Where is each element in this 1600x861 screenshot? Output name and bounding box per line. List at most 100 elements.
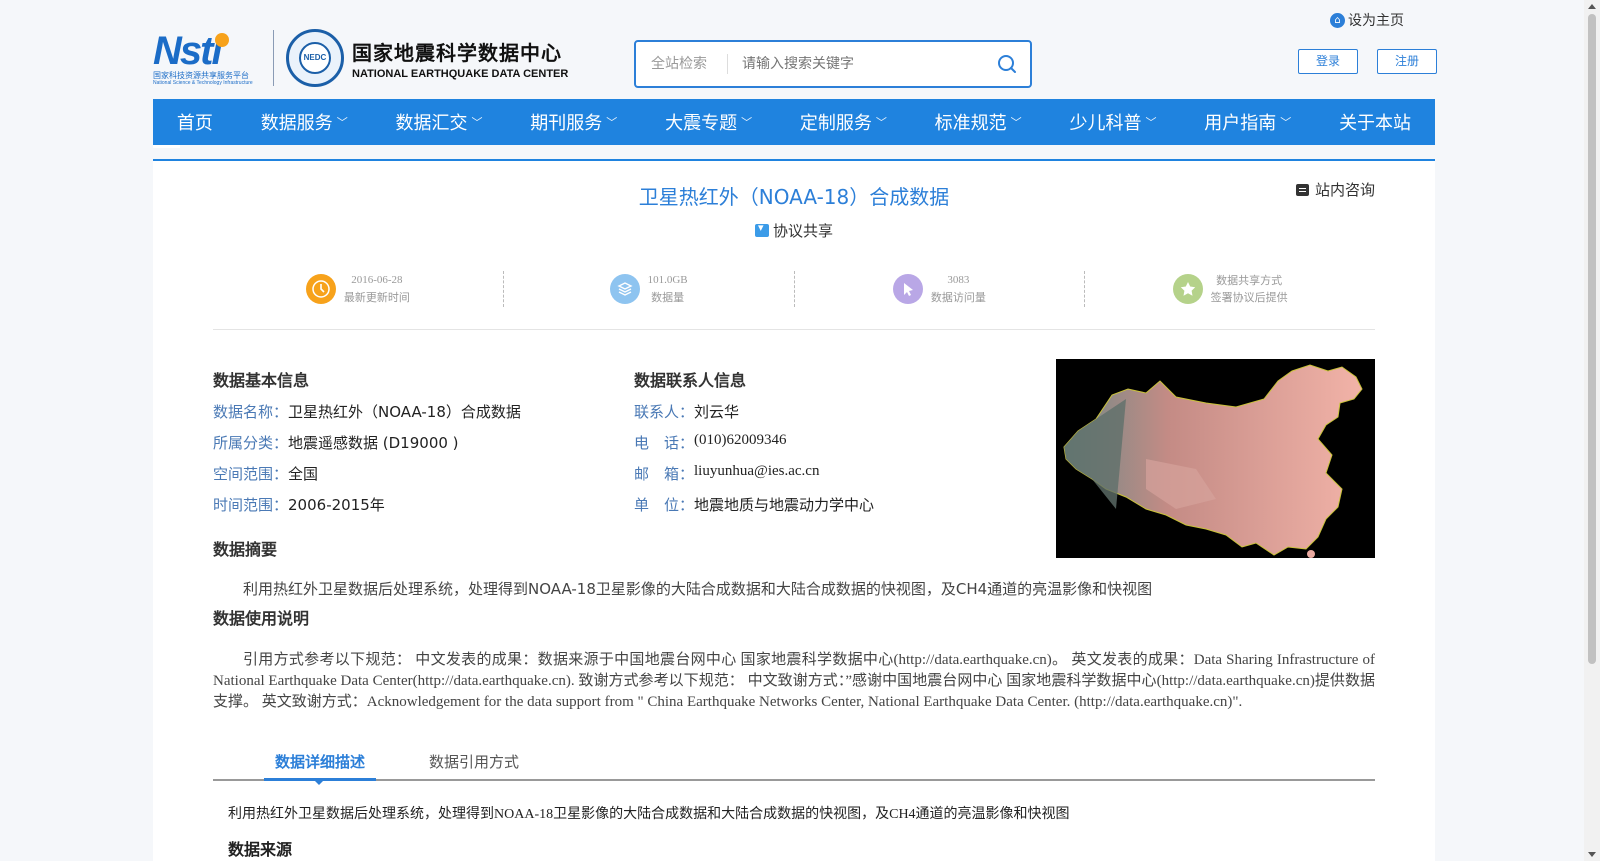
register-button[interactable]: 注册 (1377, 49, 1437, 74)
nav-item-label: 少儿科普 (1069, 113, 1142, 134)
message-icon (1295, 183, 1309, 196)
site-logo[interactable]: Nsti 国家科技资源共享服务平台 National Science & Tec… (153, 29, 568, 87)
main-nav: 首页 数据服务 ﹀ 数据汇交 ﹀ 期刊服务 ﹀ 大震专题 ﹀ 定制服务 ﹀ 标准规范 ﹀ 少… (153, 99, 1435, 145)
nav-item-data-submission[interactable]: 数据汇交 ﹀ (395, 109, 482, 135)
center-name-cn: 国家地震科学数据中心 (352, 40, 562, 65)
set-homepage-label: 设为主页 (1348, 13, 1404, 29)
nav-item-major-quakes[interactable]: 大震专题 ﹀ (665, 109, 752, 135)
home-icon: ⌂ (1330, 12, 1345, 28)
nav-item-journal[interactable]: 期刊服务 ﹀ (530, 109, 617, 135)
nav-item-label: 关于本站 (1339, 113, 1412, 134)
info-value: 2006-2015年 (288, 496, 385, 514)
nav-active-indicator (153, 145, 180, 148)
search-icon (998, 55, 1016, 73)
layers-icon (609, 274, 640, 304)
scroll-up-icon[interactable] (1588, 4, 1596, 9)
contact-label: 电 话： (634, 434, 695, 452)
contact-label: 联系人： (634, 403, 695, 421)
tab-citation[interactable]: 数据引用方式 (429, 746, 519, 781)
download-icon (754, 221, 769, 237)
chevron-down-icon: ﹀ (606, 116, 618, 129)
contact-info-heading: 数据联系人信息 (634, 371, 747, 390)
nsti-logo: Nsti 国家科技资源共享服务平台 National Science & Tec… (153, 29, 261, 87)
chevron-down-icon: ﹀ (1010, 116, 1022, 129)
chevron-down-icon: ﹀ (1280, 116, 1292, 129)
contact-row-person: 联系人： 刘云华 (634, 401, 739, 422)
usage-heading: 数据使用说明 (213, 609, 310, 628)
star-icon (1172, 274, 1203, 304)
chevron-down-icon: ﹀ (336, 116, 348, 129)
stat-value: 2016-06-28 (351, 274, 403, 286)
contact-value: (010)62009346 (694, 432, 787, 448)
chevron-down-icon: ﹀ (875, 116, 887, 129)
search-button[interactable] (984, 42, 1030, 86)
logo-divider (273, 30, 274, 86)
nav-item-data-services[interactable]: 数据服务 ﹀ (261, 109, 348, 135)
usage-text: 引用方式参考以下规范： 中文发表的成果：数据来源于中国地震台网中心 国家地震科学… (213, 652, 1375, 710)
scroll-down-icon[interactable] (1588, 852, 1596, 857)
nav-item-label: 首页 (176, 113, 213, 134)
search-input[interactable] (728, 56, 984, 72)
info-value: 全国 (288, 465, 319, 483)
nav-item-home[interactable]: 首页 (177, 109, 213, 135)
contact-label: 单 位： (634, 496, 695, 514)
set-homepage-link[interactable]: ⌂ 设为主页 (1330, 10, 1404, 30)
contact-value[interactable]: liuyunhua@ies.ac.cn (694, 463, 819, 484)
dataset-panel: 卫星热红外（NOAA-18）合成数据 站内咨询 协议共享 2016-06-28 最… (153, 159, 1435, 861)
info-row-category: 所属分类： 地震遥感数据 (D19000 ) (213, 432, 459, 453)
chevron-down-icon: ﹀ (1145, 116, 1157, 129)
scrollbar-thumb[interactable] (1588, 14, 1596, 664)
stat-value: 101.0GB (647, 274, 688, 286)
nav-item-about[interactable]: 关于本站 (1339, 109, 1411, 135)
abstract-heading: 数据摘要 (213, 540, 278, 559)
dataset-title: 卫星热红外（NOAA-18）合成数据 (638, 185, 950, 209)
nedc-seal-text: NEDC (299, 42, 331, 74)
nav-item-label: 数据汇交 (395, 113, 468, 134)
clock-icon (305, 274, 336, 304)
chevron-down-icon: ﹀ (471, 116, 483, 129)
dataset-preview-image[interactable] (1056, 359, 1375, 558)
center-name-en: NATIONAL EARTHQUAKE DATA CENTER (352, 67, 569, 80)
info-label: 数据名称： (213, 403, 289, 421)
info-row-name: 数据名称： 卫星热红外（NOAA-18）合成数据 (213, 401, 521, 422)
page-scrollbar[interactable] (1584, 0, 1600, 861)
consult-link[interactable]: 站内咨询 (1295, 179, 1375, 200)
nedc-seal-logo: NEDC (286, 29, 344, 87)
info-value: 卫星热红外（NOAA-18）合成数据 (288, 403, 521, 421)
info-label: 所属分类： (213, 434, 289, 452)
contact-row-unit: 单 位： 地震地质与地震动力学中心 (634, 494, 874, 515)
nav-item-kids-science[interactable]: 少儿科普 ﹀ (1069, 109, 1156, 135)
contact-row-phone: 电 话： (010)62009346 (634, 432, 787, 453)
nav-item-standards[interactable]: 标准规范 ﹀ (935, 109, 1022, 135)
consult-label: 站内咨询 (1314, 181, 1375, 199)
stat-label: 数据访问量 (930, 291, 986, 304)
login-button[interactable]: 登录 (1298, 49, 1358, 74)
nav-item-user-guide[interactable]: 用户指南 ﹀ (1204, 109, 1291, 135)
contact-row-email: 邮 箱： liuyunhua@ies.ac.cn (634, 463, 819, 484)
contact-value: 地震地质与地震动力学中心 (694, 496, 875, 514)
center-name: 国家地震科学数据中心 NATIONAL EARTHQUAKE DATA CENT… (352, 37, 568, 80)
tab-detail-description[interactable]: 数据详细描述 (264, 746, 376, 785)
info-label: 时间范围： (213, 496, 289, 514)
chevron-down-icon: ﹀ (741, 116, 753, 129)
nav-item-label: 期刊服务 (530, 113, 603, 134)
pointer-icon (892, 274, 923, 304)
header: ⌂ 设为主页 Nsti 国家科技资源共享服务平台 National Scienc… (0, 0, 1584, 100)
stat-label: 数据量 (651, 291, 685, 304)
nsti-logo-text: Nsti (153, 29, 223, 73)
share-link[interactable]: 协议共享 (153, 220, 1435, 241)
nsti-logo-subtitle-en: National Science & Technology Infrastruc… (153, 80, 253, 86)
nav-item-label: 用户指南 (1204, 113, 1277, 134)
nav-item-custom-services[interactable]: 定制服务 ﹀ (800, 109, 887, 135)
nav-item-label: 数据服务 (260, 113, 333, 134)
nsti-logo-dot (215, 33, 229, 47)
stat-update-time: 2016-06-28 最新更新时间 (213, 271, 504, 307)
divider (213, 329, 1375, 330)
contact-value: 刘云华 (694, 403, 740, 421)
detail-text: 利用热红外卫星数据后处理系统，处理得到NOAA-18卫星影像的大陆合成数据和大陆… (228, 807, 1070, 822)
stat-share-mode: 数据共享方式 签署协议后提供 (1085, 271, 1375, 307)
search-box: 全站检索 (634, 40, 1032, 88)
search-scope[interactable]: 全站检索 (636, 54, 728, 74)
stat-data-size: 101.0GB 数据量 (504, 271, 795, 307)
detail-tabs: 数据详细描述 数据引用方式 (213, 746, 1375, 785)
